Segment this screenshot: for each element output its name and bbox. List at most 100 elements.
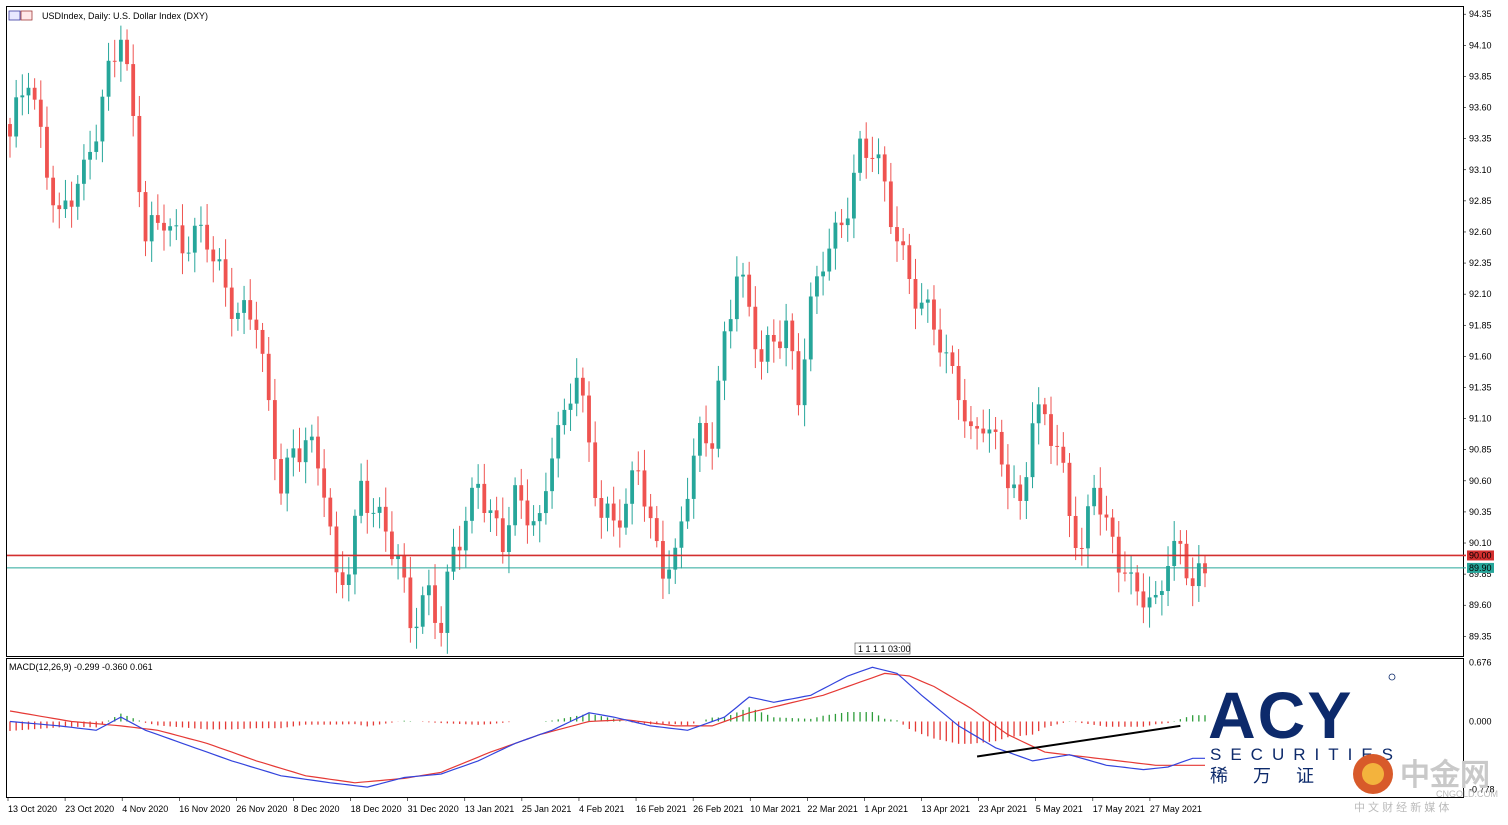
candle-body xyxy=(691,455,696,499)
candle-body xyxy=(580,377,585,396)
candle-body xyxy=(667,569,672,579)
candle-body xyxy=(223,259,228,288)
candle-body xyxy=(488,510,493,514)
candle-body xyxy=(260,329,265,354)
candle-body xyxy=(328,497,333,527)
candle-body xyxy=(864,138,869,158)
candle-body xyxy=(1190,578,1195,587)
date-tick-label: 10 Mar 2021 xyxy=(750,804,801,814)
candle-body xyxy=(291,448,296,458)
candle-body xyxy=(118,39,123,62)
cngold-url: CNGOLD.COM xyxy=(1436,789,1498,799)
candle-body xyxy=(1073,515,1078,548)
candle-body xyxy=(568,403,573,410)
price-tick-label: 90.10 xyxy=(1469,538,1492,548)
candle-body xyxy=(507,525,511,553)
candle-body xyxy=(433,585,437,623)
candle-body xyxy=(383,506,388,532)
candle-body xyxy=(574,377,579,404)
candle-body xyxy=(38,99,43,127)
candle-body xyxy=(149,215,154,242)
candle-body xyxy=(1147,597,1152,608)
candle-body xyxy=(932,299,936,330)
candle-body xyxy=(519,485,524,501)
candle-body xyxy=(1110,517,1115,537)
candle-body xyxy=(895,227,899,242)
candle-body xyxy=(845,218,850,226)
price-tick-label: 89.35 xyxy=(1469,631,1492,641)
candle-body xyxy=(673,547,678,570)
window-icon xyxy=(8,10,21,21)
candle-body xyxy=(851,172,856,219)
candle-body xyxy=(747,274,752,307)
candle-body xyxy=(815,276,819,297)
cngold-name: 中金网 xyxy=(1400,758,1490,792)
macd-tick-label: 0.676 xyxy=(1469,657,1492,667)
macd-tick-label: 0.000 xyxy=(1469,717,1492,727)
candle-body xyxy=(1123,572,1127,574)
candle-body xyxy=(482,483,487,514)
candle-body xyxy=(285,457,290,494)
candle-body xyxy=(266,353,271,401)
candle-body xyxy=(642,470,647,507)
candle-body xyxy=(229,287,234,319)
date-tick-label: 25 Jan 2021 xyxy=(522,804,572,814)
candle-body xyxy=(457,546,462,551)
date-tick-label: 5 May 2021 xyxy=(1036,804,1083,814)
cngold-tagline: 中 文 财 经 新 媒 体 xyxy=(1354,800,1449,814)
candle-body xyxy=(494,510,499,519)
candle-body xyxy=(1178,540,1183,544)
candle-body xyxy=(679,521,684,548)
candle-body xyxy=(334,526,339,573)
candle-body xyxy=(414,626,419,629)
candle-body xyxy=(137,115,142,193)
candle-body xyxy=(272,400,277,460)
candle-body xyxy=(1141,591,1146,608)
date-tick-label: 16 Feb 2021 xyxy=(636,804,687,814)
price-tick-label: 91.10 xyxy=(1469,414,1492,424)
candle-body xyxy=(543,491,548,514)
date-tick-label: 26 Nov 2020 xyxy=(236,804,287,814)
price-axis: 94.35 94.10 93.85 93.60 93.35 93.10 92.85 92.60… xyxy=(1463,9,1492,641)
candle-body xyxy=(550,458,554,492)
hline-tag-label-cyan: 89.90 xyxy=(1469,563,1492,573)
candle-body xyxy=(636,470,641,472)
candle-body xyxy=(63,200,68,210)
price-tick-label: 91.85 xyxy=(1469,320,1492,330)
candle-body xyxy=(236,312,240,319)
candle-body xyxy=(1116,536,1121,573)
candle-body xyxy=(353,515,357,575)
candle-body xyxy=(180,225,185,254)
candle-body xyxy=(901,241,906,246)
price-tick-label: 90.35 xyxy=(1469,507,1492,517)
candle-body xyxy=(346,574,351,586)
candle-body xyxy=(174,225,179,227)
candle-body xyxy=(882,154,887,182)
candle-body xyxy=(962,400,967,422)
price-tick-label: 93.60 xyxy=(1469,103,1492,113)
date-tick-label: 4 Nov 2020 xyxy=(122,804,168,814)
candle-body xyxy=(1018,484,1023,501)
date-tick-label: 23 Apr 2021 xyxy=(979,804,1028,814)
candle-body xyxy=(168,226,173,231)
candle-body xyxy=(956,365,961,401)
candle-body xyxy=(617,520,622,528)
date-tick-label: 8 Dec 2020 xyxy=(293,804,339,814)
candle-body xyxy=(876,154,881,159)
candle-body xyxy=(556,425,561,459)
window-icon-2 xyxy=(20,10,33,21)
macd-label: MACD(12,26,9) -0.299 -0.360 0.061 xyxy=(9,662,153,672)
date-tick-label: 13 Apr 2021 xyxy=(922,804,971,814)
price-tick-label: 91.35 xyxy=(1469,382,1492,392)
candle-body xyxy=(26,87,31,96)
candle-body xyxy=(741,274,745,277)
candle-body xyxy=(1012,484,1016,489)
candle-body xyxy=(20,95,25,98)
candle-body xyxy=(57,205,62,210)
candle-body xyxy=(359,480,364,516)
date-tick-label: 17 May 2021 xyxy=(1093,804,1145,814)
cngold-watermark: 中金网 CNGOLD.COM 中 文 财 经 新 媒 体 xyxy=(1353,754,1498,814)
candle-body xyxy=(371,512,376,514)
candle-body xyxy=(808,296,813,360)
candle-body xyxy=(1055,445,1060,447)
